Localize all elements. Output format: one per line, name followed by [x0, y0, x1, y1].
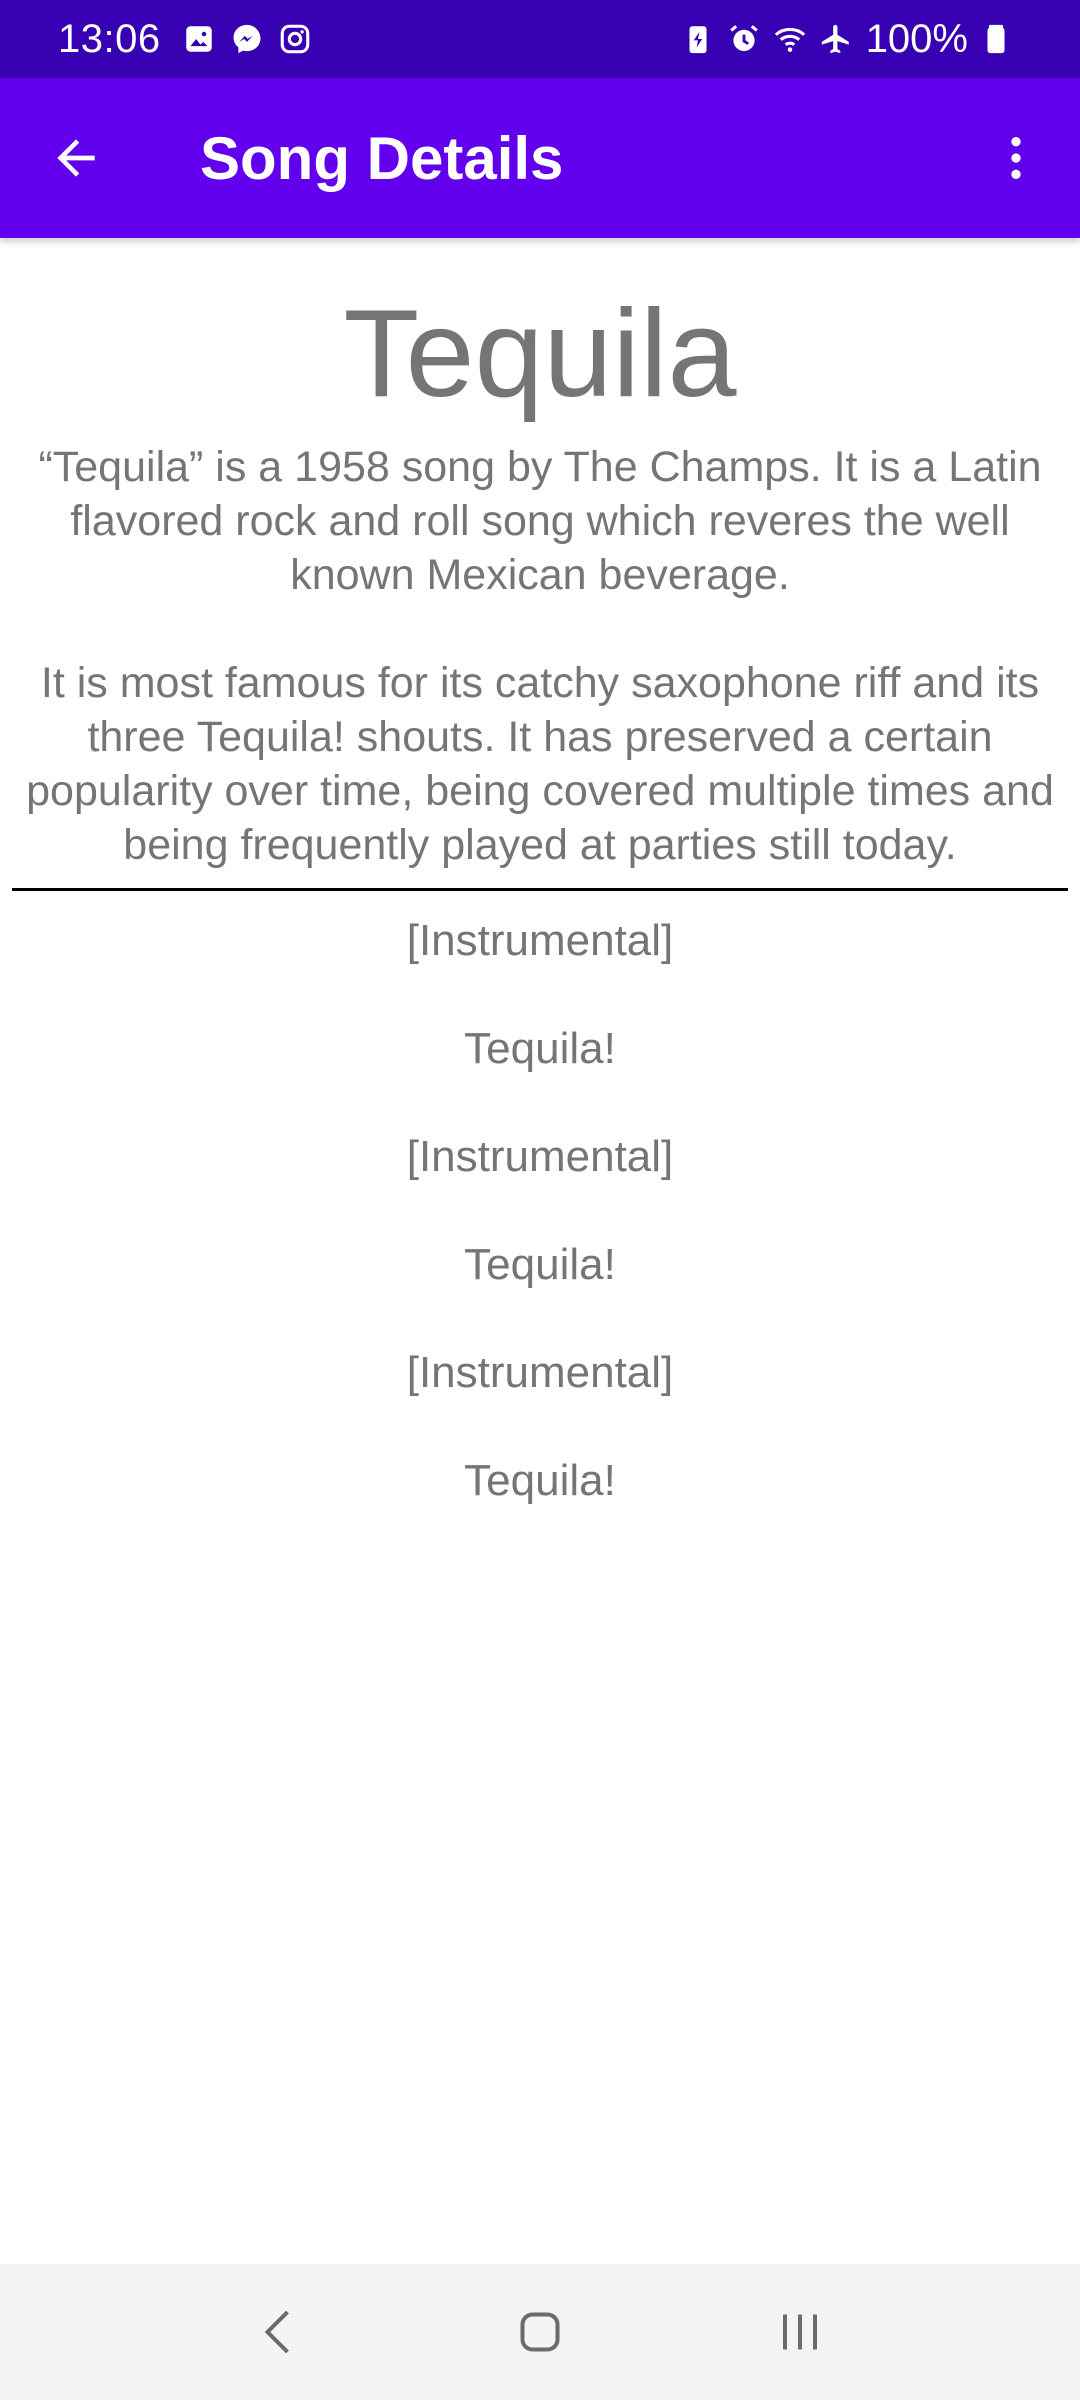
messenger-icon — [227, 19, 267, 59]
lyrics-list: [Instrumental] Tequila! [Instrumental] T… — [0, 911, 1080, 1559]
lyric-line: Tequila! — [464, 1240, 616, 1290]
battery-percentage: 100% — [865, 16, 968, 61]
song-description-paragraph-1: “Tequila” is a 1958 song by The Champs. … — [38, 443, 1042, 600]
recents-icon — [770, 2302, 830, 2362]
song-description: “Tequila” is a 1958 song by The Champs. … — [18, 440, 1062, 872]
song-description-paragraph-2: It is most famous for its catchy saxopho… — [26, 659, 1054, 870]
alarm-icon — [724, 19, 764, 59]
more-options-button[interactable] — [976, 118, 1056, 198]
divider — [12, 888, 1068, 892]
app-bar-title: Song Details — [200, 124, 564, 192]
app-bar: Song Details — [0, 78, 1080, 238]
home-icon — [510, 2302, 570, 2362]
system-nav-bar — [0, 2264, 1080, 2400]
gallery-icon — [179, 19, 219, 59]
status-left: 13:06 — [58, 17, 323, 62]
lyric-line: [Instrumental] — [406, 1348, 674, 1398]
status-bar: 13:06 100% — [0, 0, 1080, 78]
lyric-line: [Instrumental] — [406, 916, 674, 966]
status-right: 100% — [678, 17, 1022, 62]
battery-icon — [976, 19, 1016, 59]
status-time: 13:06 — [58, 16, 161, 61]
lyric-line: Tequila! — [464, 1456, 616, 1506]
back-button[interactable] — [36, 118, 116, 198]
instagram-icon — [275, 19, 315, 59]
home-button[interactable] — [490, 2282, 590, 2382]
more-vert-icon — [988, 130, 1044, 186]
nav-back-button[interactable] — [230, 2282, 330, 2382]
arrow-back-icon — [48, 130, 104, 186]
battery-saver-icon — [678, 19, 718, 59]
song-details-content: Tequila “Tequila” is a 1958 song by The … — [0, 238, 1080, 1559]
lyric-line: [Instrumental] — [406, 1132, 674, 1182]
song-title: Tequila — [343, 285, 737, 423]
airplane-icon — [816, 19, 856, 59]
wifi-icon — [770, 19, 810, 59]
nav-back-icon — [250, 2302, 310, 2362]
lyric-line: Tequila! — [464, 1024, 616, 1074]
recents-button[interactable] — [750, 2282, 850, 2382]
